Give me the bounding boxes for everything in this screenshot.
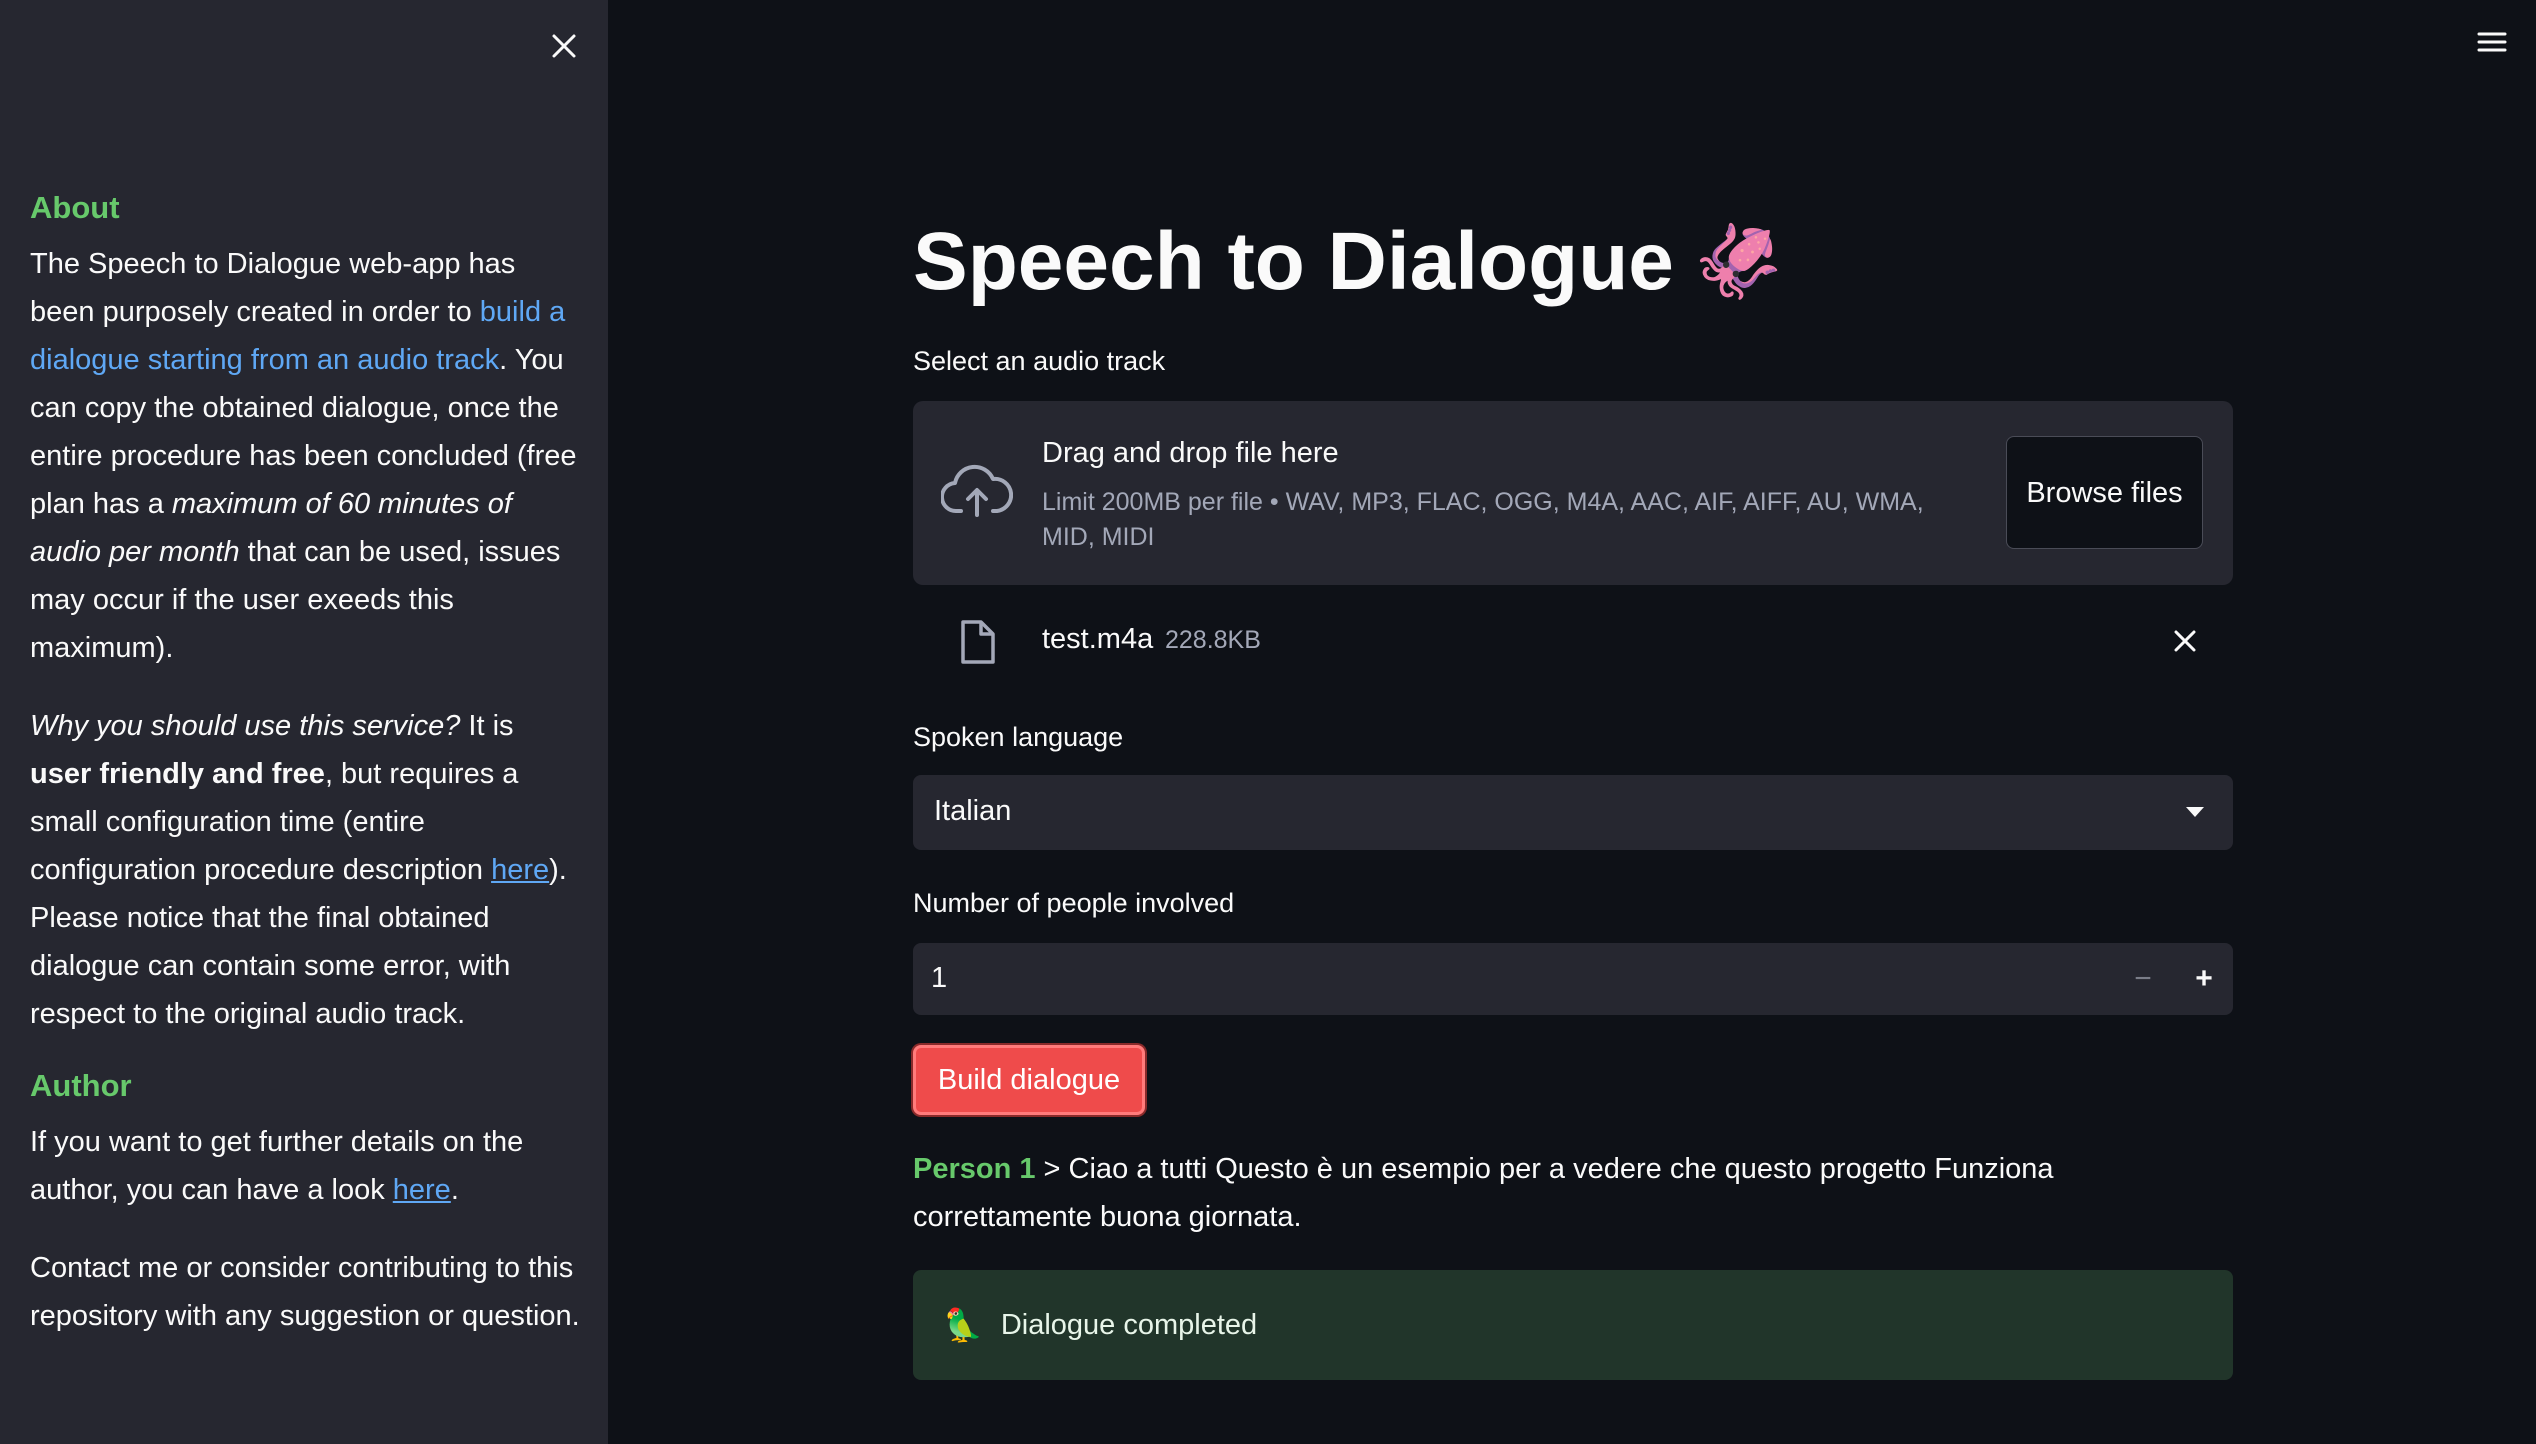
decrement-button[interactable]: − [2113, 943, 2173, 1015]
page-title: Speech to Dialogue 🦑 [913, 212, 1784, 312]
language-selected-value: Italian [934, 795, 1012, 827]
why-strong: user friendly and free [30, 758, 325, 790]
dropzone-instructions: Drag and drop file here [1042, 437, 1339, 469]
why-question: Why you should use this service? [30, 710, 461, 742]
caret-down-icon [2185, 805, 2205, 823]
language-label: Spoken language [913, 722, 1124, 752]
file-icon [957, 619, 997, 670]
success-message: Dialogue completed [1000, 1308, 1258, 1341]
file-name: test.m4a [1042, 623, 1154, 655]
cloud-upload-icon [939, 461, 1014, 526]
hamburger-menu-icon[interactable] [2474, 24, 2510, 60]
author-heading: Author [30, 1068, 132, 1103]
author-text-2: . [450, 1174, 459, 1206]
squid-emoji-icon: 🦑 [1693, 222, 1784, 302]
why-use-description: Why you should use this service? It is u… [30, 702, 580, 1038]
people-number-value[interactable]: 1 [931, 962, 947, 995]
dropzone-limit-text: Limit 200MB per file • WAV, MP3, FLAC, O… [1042, 488, 1924, 551]
success-alert: 🦜 Dialogue completed [913, 1270, 2233, 1380]
language-select[interactable]: Italian [913, 775, 2233, 850]
sidebar-close-icon[interactable] [544, 26, 584, 66]
browse-files-button[interactable]: Browse files [2006, 436, 2203, 549]
why-text-1: It is [460, 710, 514, 742]
about-description: The Speech to Dialogue web-app has been … [30, 240, 580, 672]
file-uploader-dropzone[interactable]: Drag and drop file here Limit 200MB per … [913, 401, 2233, 585]
dialogue-text: > Ciao a tutti Questo è un esempio per a… [913, 1153, 2054, 1233]
people-label: Number of people involved [913, 888, 1235, 918]
file-size: 228.8KB [1165, 626, 1261, 654]
page-title-text: Speech to Dialogue [913, 216, 1674, 307]
build-dialogue-button[interactable]: Build dialogue [913, 1045, 1145, 1115]
people-number-input[interactable]: 1 − + [913, 943, 2233, 1015]
about-text-1: The Speech to Dialogue web-app has been … [30, 248, 516, 328]
parrot-emoji-icon: 🦜 [943, 1307, 983, 1343]
author-here-link[interactable]: here [393, 1174, 451, 1206]
contact-text: Contact me or consider contributing to t… [30, 1252, 580, 1332]
author-description: If you want to get further details on th… [30, 1118, 580, 1214]
configuration-here-link[interactable]: here [491, 854, 549, 886]
about-heading: About [30, 190, 120, 225]
dialogue-output: Person 1 > Ciao a tutti Questo è un esem… [913, 1145, 2233, 1241]
uploader-label: Select an audio track [913, 346, 1166, 376]
increment-button[interactable]: + [2175, 943, 2233, 1015]
remove-file-close-icon[interactable] [2165, 621, 2205, 661]
sidebar: About The Speech to Dialogue web-app has… [0, 0, 608, 1444]
uploaded-file-row: test.m4a 228.8KB [913, 605, 2233, 675]
speaker-label: Person 1 [913, 1153, 1036, 1185]
